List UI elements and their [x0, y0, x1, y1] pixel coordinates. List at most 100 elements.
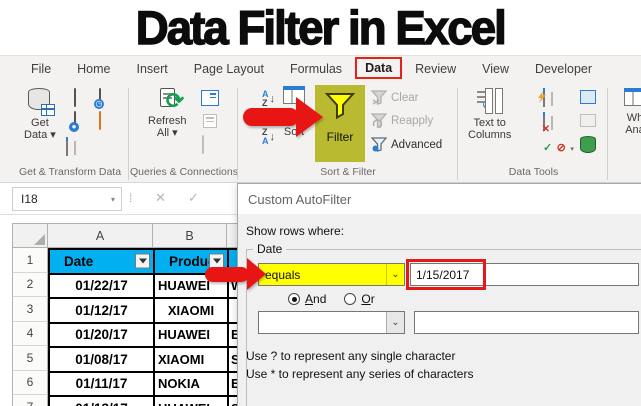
- group-separator: [128, 88, 129, 180]
- group-separator: [607, 88, 608, 180]
- text-to-columns-button[interactable]: ⤷ Text to Columns: [468, 88, 511, 141]
- formula-bar-divider: ⁞: [129, 191, 133, 205]
- show-rows-where-label: Show rows where:: [246, 224, 345, 238]
- refresh-all-label-line2: All ▾: [156, 127, 178, 139]
- cell-a2[interactable]: 01/22/17: [50, 274, 155, 299]
- operator2-dropdown-icon[interactable]: ⌄: [386, 312, 404, 333]
- tab-home[interactable]: Home: [64, 58, 123, 80]
- edit-links-button-disabled: [202, 135, 204, 154]
- date-field-label: Date: [257, 242, 283, 256]
- date-header-label: Date: [64, 253, 94, 269]
- title-banner: Data Filter in Excel: [0, 0, 641, 55]
- group-label-queries: Queries & Connections: [130, 166, 238, 178]
- operator1-dropdown-icon[interactable]: ⌄: [386, 264, 404, 285]
- refresh-all-button[interactable]: ⟳ Refresh All ▾: [148, 88, 187, 139]
- or-radio-icon: [344, 293, 357, 305]
- cell-a5[interactable]: 01/08/17: [50, 348, 155, 373]
- or-radio-label: Or: [361, 292, 375, 306]
- whatif-label-line1: Wh: [626, 112, 641, 124]
- refresh-all-label-line1: Refresh: [148, 115, 187, 127]
- what-if-analysis-button[interactable]: Wh Ana: [615, 88, 641, 136]
- operator1-combobox[interactable]: equals ⌄: [258, 263, 405, 286]
- recent-sources-button[interactable]: ◷: [94, 88, 104, 109]
- reapply-label: Reapply: [391, 114, 434, 127]
- row-header-2[interactable]: 2: [12, 272, 48, 297]
- cell-b3[interactable]: XIAOMI: [155, 299, 229, 324]
- group-separator: [457, 88, 458, 180]
- data-validation-button[interactable]: ✓ ⊘ ▾: [543, 138, 574, 156]
- tab-data[interactable]: Data: [355, 57, 403, 79]
- and-radio[interactable]: And: [288, 292, 326, 306]
- queries-connections-pane-button[interactable]: [201, 90, 219, 106]
- wildcard-hint-single: Use ? to represent any single character: [246, 349, 456, 363]
- operator1-value: equals: [265, 267, 301, 282]
- get-data-label-line2: Data ▾: [24, 129, 56, 141]
- row-header-4[interactable]: 4: [12, 321, 48, 346]
- and-radio-icon: [288, 293, 300, 305]
- cell-a3[interactable]: 01/12/17: [50, 299, 155, 324]
- validation-block-icon: ⊘: [556, 142, 566, 154]
- value2-input[interactable]: [414, 311, 639, 334]
- row-header-5[interactable]: 5: [12, 346, 48, 371]
- from-web-button[interactable]: ●: [69, 111, 79, 132]
- advanced-filter-button[interactable]: Advanced: [371, 137, 442, 152]
- enter-icon[interactable]: ✓: [188, 190, 199, 206]
- date-filter-dropdown-button[interactable]: [135, 253, 150, 269]
- wildcard-hint-series: Use * to represent any series of charact…: [246, 367, 474, 381]
- tab-file[interactable]: File: [18, 58, 64, 80]
- remove-duplicates-button[interactable]: ✕: [542, 112, 550, 135]
- header-cell-date[interactable]: Date: [50, 250, 155, 275]
- cell-b5[interactable]: XIAOMI: [155, 348, 229, 373]
- cell-b4[interactable]: HUAWEI: [155, 323, 229, 348]
- tab-formulas[interactable]: Formulas: [277, 58, 355, 80]
- tab-page-layout[interactable]: Page Layout: [181, 58, 277, 80]
- operator2-combobox[interactable]: ⌄: [258, 311, 405, 334]
- cell-b6[interactable]: NOKIA: [155, 372, 229, 397]
- cancel-icon[interactable]: ✕: [155, 190, 166, 206]
- web-file-icon: ●: [69, 111, 79, 132]
- clear-filter-button-disabled: Clear: [371, 90, 418, 105]
- cell-a6[interactable]: 01/11/17: [50, 372, 155, 397]
- column-header-b[interactable]: B: [153, 223, 227, 248]
- row-header-1[interactable]: 1: [12, 248, 48, 273]
- whatif-label-line2: Ana: [625, 124, 641, 136]
- tab-view[interactable]: View: [469, 58, 522, 80]
- clock-file-icon: ◷: [94, 88, 104, 109]
- get-data-button[interactable]: Get Data ▾: [24, 88, 56, 141]
- ttc-label-line1: Text to: [473, 117, 506, 129]
- tab-review[interactable]: Review: [402, 58, 469, 80]
- properties-button-disabled: [203, 114, 217, 128]
- select-all-corner[interactable]: [12, 223, 48, 248]
- name-box[interactable]: I18 ▾: [12, 187, 122, 211]
- group-label-data-tools: Data Tools: [508, 166, 559, 178]
- row-header-6[interactable]: 6: [12, 370, 48, 395]
- advanced-label: Advanced: [391, 138, 443, 151]
- from-table-range-button[interactable]: [66, 137, 68, 156]
- existing-connections-button[interactable]: [99, 111, 101, 130]
- page-title: Data Filter in Excel: [135, 0, 507, 54]
- text-to-columns-icon: ⤷: [476, 88, 503, 114]
- row-header-column: 1 2 3 4 5 6 7: [12, 248, 48, 406]
- from-text-csv-button[interactable]: [74, 88, 76, 107]
- dialog-body: Show rows where: Date equals ⌄ 1/15/2017…: [238, 214, 641, 406]
- red-arrow-to-equals-combobox: [205, 258, 266, 291]
- dialog-titlebar[interactable]: Custom AutoFilter: [238, 184, 641, 214]
- row-header-3[interactable]: 3: [12, 297, 48, 322]
- tab-insert[interactable]: Insert: [124, 58, 181, 80]
- tab-developer[interactable]: Developer: [522, 58, 605, 80]
- connections-file-icon: [99, 111, 101, 130]
- or-radio[interactable]: Or: [344, 292, 375, 306]
- ttc-label-line2: Columns: [468, 129, 512, 141]
- and-or-radio-group: And Or: [288, 292, 375, 306]
- flash-fill-button[interactable]: [538, 88, 546, 107]
- cell-a7[interactable]: 01/13/17: [50, 397, 155, 406]
- clear-label: Clear: [391, 91, 419, 104]
- column-header-a[interactable]: A: [48, 223, 153, 248]
- consolidate-button[interactable]: [580, 90, 596, 104]
- cell-a4[interactable]: 01/20/17: [50, 323, 155, 348]
- name-box-dropdown-icon[interactable]: ▾: [111, 195, 121, 204]
- row-header-7[interactable]: 7: [12, 395, 48, 406]
- reapply-filter-icon: [371, 113, 387, 128]
- advanced-filter-icon: [371, 137, 387, 152]
- cell-b7[interactable]: HUAWEI: [155, 397, 229, 406]
